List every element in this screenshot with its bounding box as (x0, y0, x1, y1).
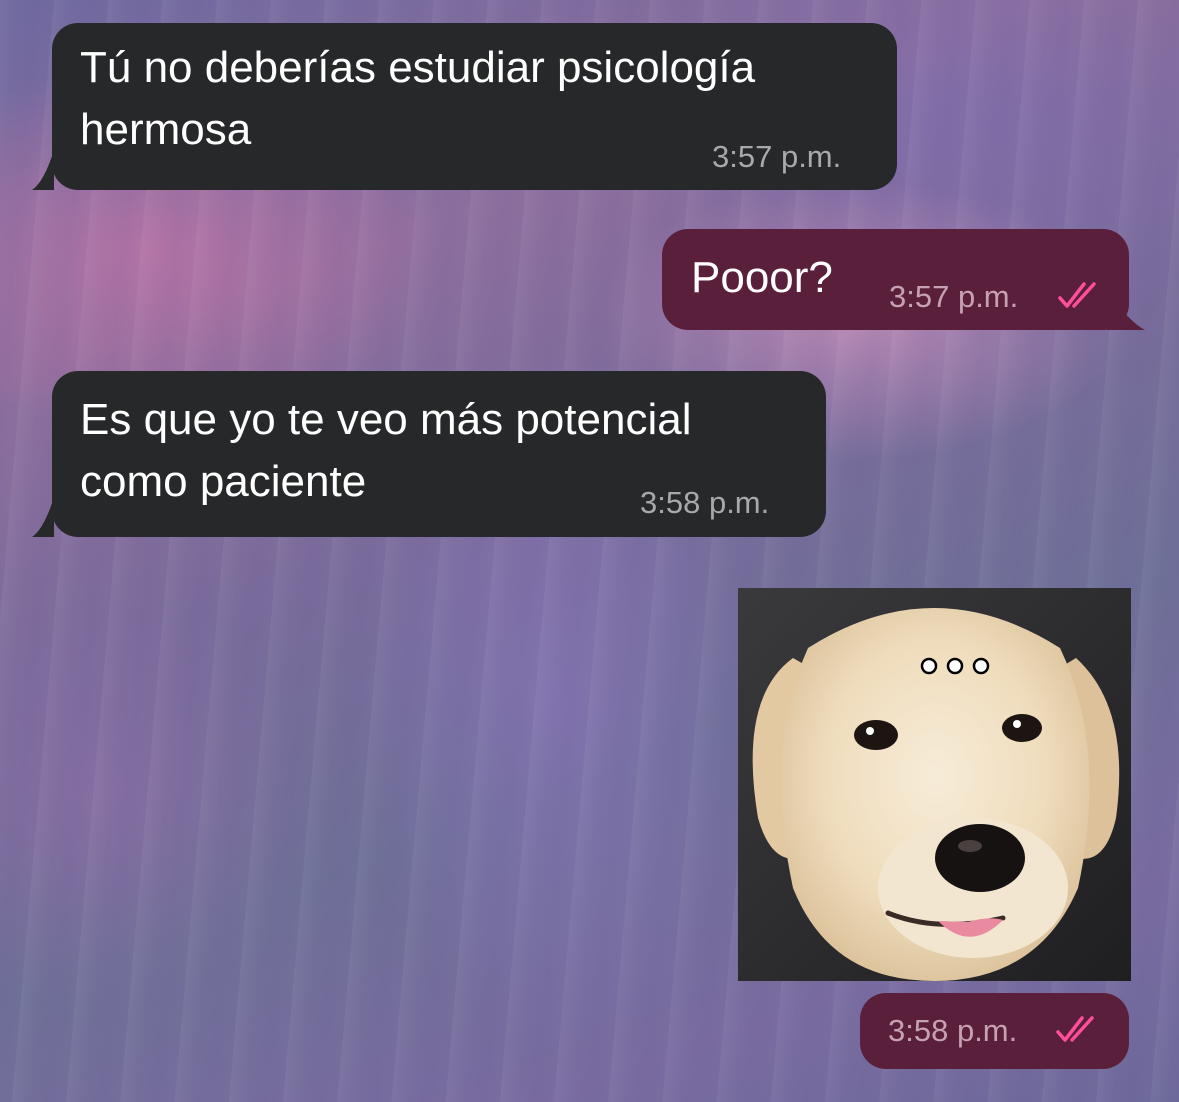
message-timestamp: 3:58 p.m. (888, 1013, 1018, 1048)
sticker-time-pill: 3:58 p.m. (860, 993, 1129, 1069)
message-timestamp: 3:57 p.m. (712, 139, 842, 174)
incoming-message-bubble[interactable]: Tú no deberías estudiar psicología hermo… (52, 23, 897, 190)
dog-sticker-illustration (738, 588, 1131, 981)
message-timestamp: 3:57 p.m. (889, 279, 1019, 314)
bubble-tail (32, 150, 54, 190)
outgoing-message-bubble[interactable]: Pooor? 3:57 p.m. (662, 229, 1129, 330)
double-check-read-icon (1056, 1016, 1094, 1042)
bubble-tail (32, 497, 54, 537)
incoming-message-bubble[interactable]: Es que yo te veo más potencial como paci… (52, 371, 826, 537)
message-timestamp: 3:58 p.m. (640, 485, 770, 520)
double-check-read-icon (1058, 282, 1096, 308)
dog-face-sticker[interactable] (738, 588, 1131, 981)
message-text: Pooor? (691, 253, 833, 302)
bubble-tail (1107, 290, 1145, 330)
